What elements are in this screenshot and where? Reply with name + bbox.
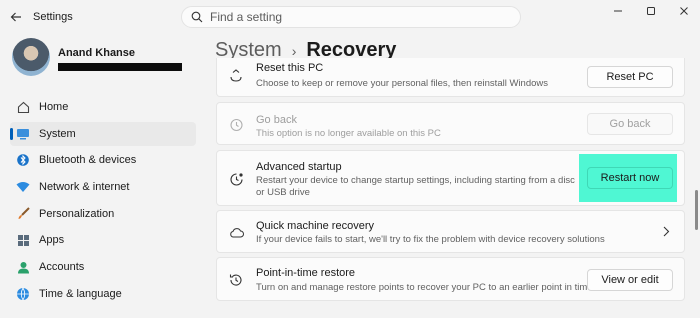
sidebar-item-label: Personalization	[39, 207, 115, 220]
sidebar-item-bluetooth[interactable]: Bluetooth & devices	[10, 148, 196, 172]
bluetooth-icon	[16, 153, 30, 167]
chevron-right-icon	[663, 226, 670, 240]
advanced-startup-icon	[227, 170, 245, 188]
person-icon	[16, 260, 30, 274]
point-in-time-restore-card: Point-in-time restore Turn on and manage…	[216, 257, 685, 301]
sidebar-nav: Home System Bluetooth & devices Network …	[10, 95, 196, 309]
card-title: Point-in-time restore	[256, 267, 356, 279]
back-button[interactable]	[6, 7, 26, 27]
card-description: Restart your device to change startup se…	[256, 175, 575, 198]
wifi-icon	[16, 180, 30, 194]
reset-pc-card: Reset this PC Choose to keep or remove y…	[216, 58, 685, 97]
apps-icon	[16, 233, 30, 247]
redacted-email	[58, 63, 182, 71]
sidebar-item-system[interactable]: System	[10, 121, 196, 146]
sidebar-item-home[interactable]: Home	[10, 95, 196, 119]
history-icon	[227, 116, 245, 134]
scrollbar-thumb[interactable]	[695, 190, 698, 230]
chevron-right-icon: ›	[291, 42, 297, 59]
card-description: Choose to keep or remove your personal f…	[256, 78, 549, 89]
history-icon	[227, 271, 245, 289]
sidebar-item-apps[interactable]: Apps	[10, 228, 196, 252]
window-controls	[601, 0, 700, 22]
sidebar-item-label: Apps	[39, 234, 65, 247]
card-title: Go back	[256, 114, 297, 126]
view-or-edit-button[interactable]: View or edit	[587, 269, 673, 291]
search-box[interactable]	[181, 6, 521, 28]
maximize-button[interactable]	[634, 0, 667, 22]
system-icon	[16, 127, 30, 141]
card-description: Turn on and manage restore points to rec…	[256, 282, 593, 293]
card-title: Quick machine recovery	[256, 220, 374, 232]
maximize-icon	[646, 7, 655, 15]
user-name: Anand Khanse	[58, 47, 136, 59]
avatar	[12, 38, 50, 76]
brush-icon	[16, 207, 30, 221]
close-icon	[679, 7, 688, 15]
title-bar: Settings	[0, 0, 700, 34]
minimize-icon	[613, 10, 622, 12]
search-input[interactable]	[210, 10, 500, 24]
go-back-card: Go back This option is no longer availab…	[216, 102, 685, 145]
restart-now-button[interactable]: Restart now	[587, 167, 673, 189]
sidebar-item-label: System	[39, 127, 76, 140]
advanced-startup-card: Advanced startup Restart your device to …	[216, 150, 685, 206]
minimize-button[interactable]	[601, 0, 634, 22]
go-back-button[interactable]: Go back	[587, 113, 673, 135]
sidebar-item-label: Home	[39, 101, 69, 113]
sidebar-item-accounts[interactable]: Accounts	[10, 255, 196, 279]
sidebar-item-label: Time & language	[39, 287, 122, 300]
home-icon	[16, 100, 30, 114]
reset-icon	[227, 66, 245, 84]
search-icon	[190, 10, 204, 24]
app-title: Settings	[33, 11, 73, 23]
card-title: Reset this PC	[256, 62, 324, 74]
sidebar-item-label: Accounts	[39, 261, 85, 274]
card-description: If your device fails to start, we'll try…	[256, 234, 605, 245]
card-description: This option is no longer available on th…	[256, 128, 441, 139]
reset-pc-button[interactable]: Reset PC	[587, 66, 673, 88]
arrow-left-icon	[10, 12, 21, 22]
sidebar-item-label: Bluetooth & devices	[39, 154, 137, 167]
sidebar-item-personalization[interactable]: Personalization	[10, 202, 196, 226]
sidebar-item-time-language[interactable]: Time & language	[10, 282, 196, 306]
close-button[interactable]	[667, 0, 700, 22]
sidebar-item-label: Network & internet	[39, 181, 130, 194]
sidebar-item-network[interactable]: Network & internet	[10, 175, 196, 199]
card-title: Advanced startup	[256, 161, 342, 173]
globe-clock-icon	[16, 287, 30, 301]
cloud-icon	[227, 223, 245, 241]
quick-machine-recovery-card[interactable]: Quick machine recovery If your device fa…	[216, 210, 685, 253]
